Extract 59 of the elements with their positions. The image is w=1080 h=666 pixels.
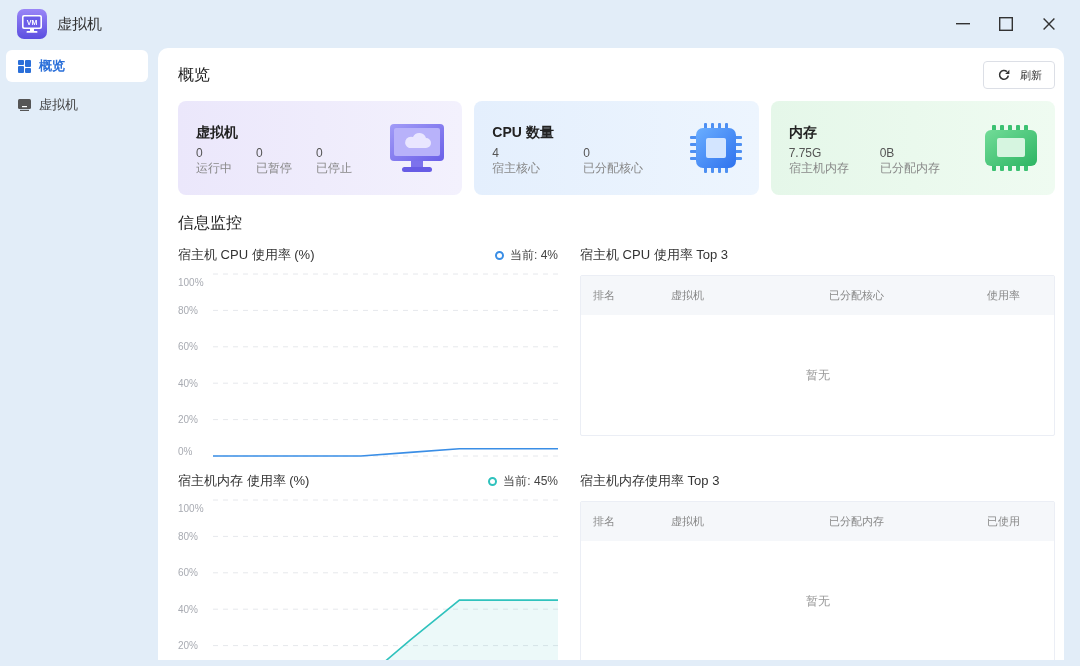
empty-state-text: 暂无 — [805, 593, 830, 610]
stat-label: 运行中 — [196, 161, 233, 176]
axis-label: 20% — [178, 640, 198, 652]
memory-chip-icon — [984, 125, 1038, 171]
stat-label: 已分配内存 — [879, 161, 941, 176]
close-icon — [1042, 18, 1055, 30]
stat-label: 宿主核心 — [492, 161, 542, 176]
minimize-icon — [955, 23, 970, 25]
refresh-icon — [998, 69, 1010, 81]
column-header: 已分配核心 — [828, 288, 885, 304]
refresh-button[interactable]: 刷新 — [983, 61, 1055, 89]
stat-value: 0 — [256, 146, 264, 161]
card-title: 内存 — [788, 123, 818, 142]
axis-label: 60% — [178, 567, 198, 579]
chip-icon — [689, 123, 742, 173]
axis-label: 80% — [178, 304, 198, 316]
column-header: 虚拟机 — [670, 514, 705, 530]
chart-title: 宿主机内存 使用率 (%) — [178, 472, 310, 490]
stat-label: 已停止 — [316, 161, 353, 176]
axis-label: 60% — [178, 341, 198, 353]
stat-value: 0 — [316, 146, 324, 161]
stat-value: 0 — [583, 146, 591, 161]
axis-label: 100% — [178, 276, 204, 288]
page-title: 概览 — [178, 65, 210, 85]
axis-label: 40% — [178, 603, 198, 615]
stat-label: 已分配核心 — [583, 161, 645, 176]
stat-value: 4 — [492, 146, 500, 161]
stat-value: 7.75G — [788, 146, 823, 161]
empty-state-text: 暂无 — [805, 367, 830, 384]
window-title: 虚拟机 — [57, 14, 102, 34]
card-title: 虚拟机 — [196, 123, 239, 142]
stat-value: 0 — [196, 146, 204, 161]
column-header: 已分配内存 — [828, 514, 885, 530]
section-title: 信息监控 — [178, 213, 243, 233]
chart-title: 宿主机 CPU 使用率 (%) — [178, 246, 315, 264]
card-title: CPU 数量 — [492, 123, 555, 142]
monitor-icon — [18, 99, 31, 111]
column-header: 虚拟机 — [670, 288, 705, 304]
column-header: 排名 — [592, 288, 616, 304]
column-header: 排名 — [592, 514, 616, 530]
sidebar-item[interactable]: 虚拟机 — [6, 89, 148, 121]
column-header: 使用率 — [986, 288, 1021, 304]
legend-label: 当前: 4% — [510, 247, 558, 264]
axis-label: 40% — [178, 377, 198, 389]
table-title: 宿主机 CPU 使用率 Top 3 — [580, 246, 730, 264]
stat-label: 宿主机内存 — [788, 161, 850, 176]
axis-label: 80% — [178, 530, 198, 542]
stat-value: 0B — [879, 146, 896, 161]
table-title: 宿主机内存使用率 Top 3 — [580, 472, 721, 490]
axis-label: 20% — [178, 414, 198, 426]
axis-label: 0% — [178, 445, 193, 457]
monitor-icon — [389, 123, 446, 173]
axis-label: 100% — [178, 502, 204, 514]
sidebar-item[interactable]: 概览 — [6, 50, 148, 82]
stat-label: 已暂停 — [256, 161, 293, 176]
column-header: 已使用 — [986, 514, 1021, 530]
legend-label: 当前: 45% — [503, 473, 558, 490]
maximize-icon — [998, 17, 1013, 31]
dashboard-icon — [18, 59, 31, 73]
